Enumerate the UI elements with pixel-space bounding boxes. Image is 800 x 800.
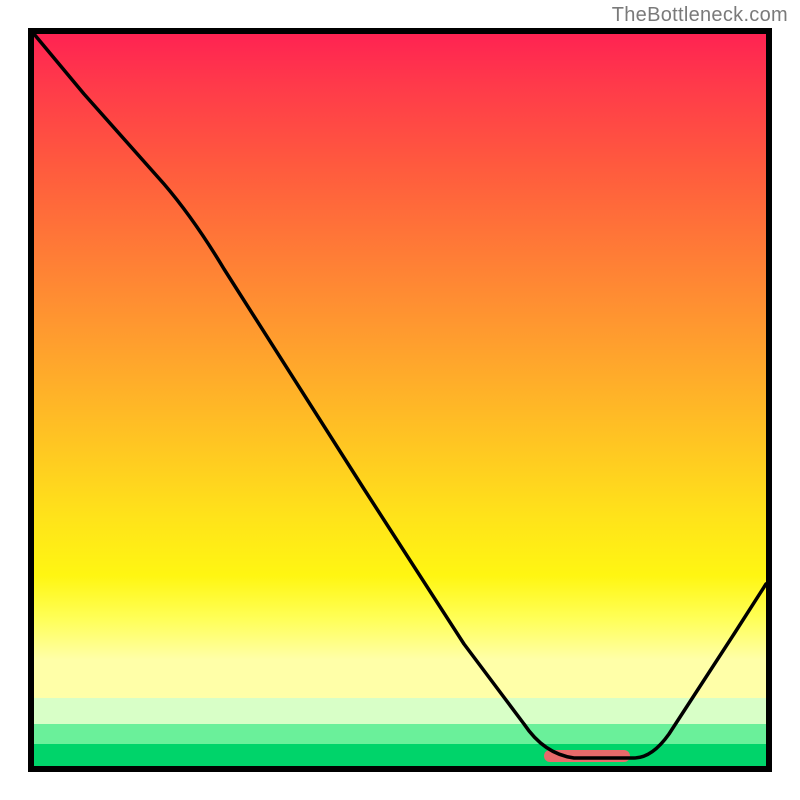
attribution-text: TheBottleneck.com <box>612 4 788 27</box>
pale-green-band <box>34 698 766 724</box>
green-band <box>34 744 766 766</box>
optimal-zone-marker <box>544 750 630 762</box>
gradient-background <box>34 34 766 766</box>
chart-area <box>28 28 772 772</box>
light-green-band <box>34 724 766 744</box>
cream-band <box>34 660 766 698</box>
